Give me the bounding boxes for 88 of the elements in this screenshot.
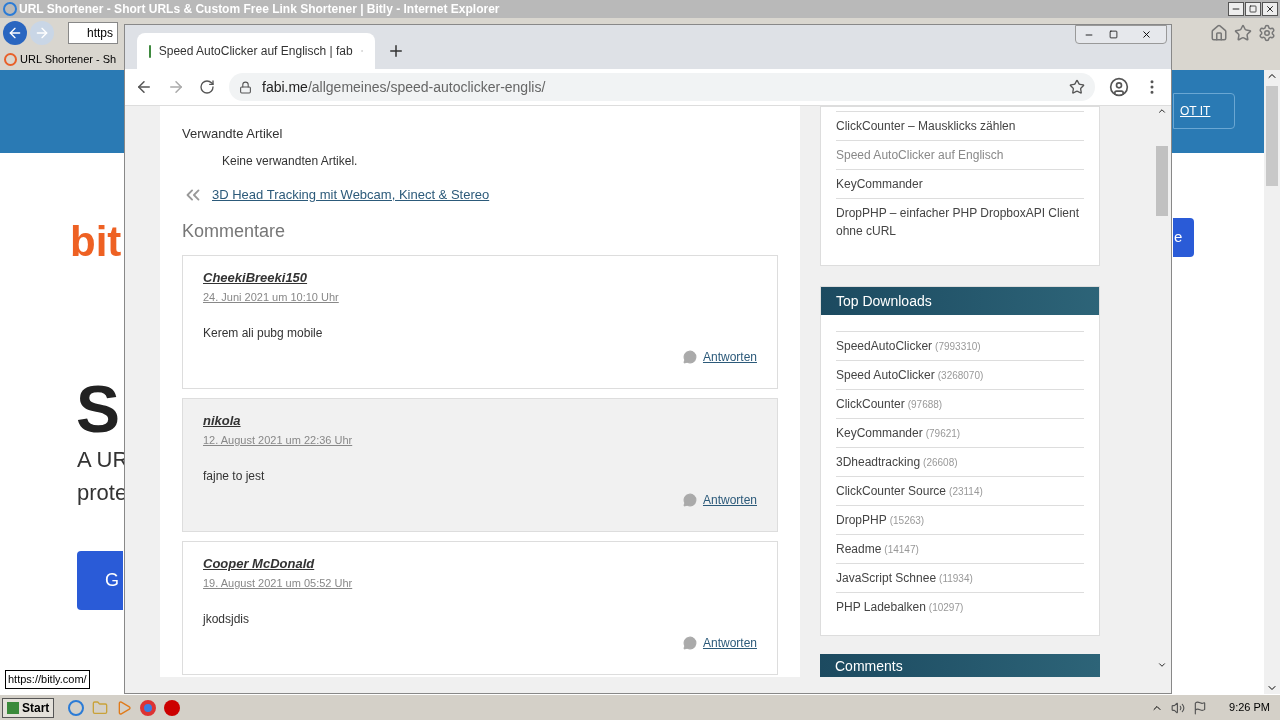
forward-arrow-icon [34, 25, 50, 41]
address-bar[interactable]: fabi.me/allgemeines/speed-autoclicker-englis/ [229, 73, 1095, 101]
back-button[interactable] [3, 21, 27, 45]
comment-author[interactable]: CheekiBreeki150 [203, 267, 308, 287]
download-link[interactable]: Speed AutoClicker [836, 366, 935, 384]
bookmark-icon[interactable] [1069, 79, 1085, 95]
download-count: (10297) [928, 600, 964, 615]
download-link[interactable]: KeyCommander [836, 424, 923, 442]
scroll-thumb[interactable] [1266, 86, 1278, 186]
download-count: (79621) [925, 426, 961, 441]
download-link[interactable]: ClickCounter Source [836, 482, 947, 500]
section-heading: Verwandte Artikel [182, 125, 284, 143]
download-count: (7993310) [935, 339, 981, 354]
close-button[interactable] [1262, 2, 1278, 16]
got-it-button[interactable]: OT IT [1173, 93, 1235, 129]
comment-text: Kerem ali pubg mobile [203, 324, 324, 342]
restore-icon [1249, 5, 1257, 13]
close-icon [1265, 4, 1275, 14]
profile-icon[interactable] [1109, 77, 1129, 97]
comment-text: fajne to jest [203, 467, 266, 485]
ie-logo-icon [3, 2, 17, 16]
comment-text: jkodsjdis [203, 610, 251, 628]
clock: 9:26 PM [1229, 700, 1270, 716]
side-button[interactable]: e [1173, 218, 1194, 257]
forward-icon[interactable] [167, 78, 185, 96]
reply-link[interactable]: Antworten [702, 633, 757, 652]
download-count: (26608) [923, 455, 958, 470]
address-field[interactable]: https [68, 22, 118, 44]
recent-post-link[interactable]: ClickCounter – Mausklicks zählen [836, 117, 1084, 135]
browser-tab[interactable]: Speed AutoClicker auf Englisch | fab [137, 33, 375, 69]
scroll-up-icon[interactable] [1157, 106, 1167, 116]
comment-date[interactable]: 19. August 2021 um 05:52 Uhr [203, 575, 353, 592]
download-count: (23114) [949, 484, 983, 499]
comments-heading: Kommentare [182, 219, 287, 243]
download-link[interactable]: DropPHP [836, 511, 887, 529]
reload-icon[interactable] [199, 79, 215, 95]
logo: bit [70, 217, 122, 267]
comment-author[interactable]: Cooper McDonald [203, 553, 315, 573]
favorites-icon[interactable] [1234, 24, 1252, 42]
back-icon[interactable] [135, 78, 153, 96]
speech-bubble-icon [682, 349, 697, 364]
download-count: (11934) [939, 571, 973, 586]
ie-icon[interactable] [68, 699, 85, 716]
restore-button[interactable] [1245, 2, 1261, 16]
speech-bubble-icon [682, 635, 697, 650]
settings-icon[interactable] [1258, 24, 1276, 42]
reply-link[interactable]: Antworten [702, 347, 757, 366]
scroll-down-icon[interactable] [1157, 660, 1167, 670]
comment-author[interactable]: nikola [203, 410, 241, 430]
minimize-button[interactable] [1228, 2, 1244, 16]
comment-date[interactable]: 24. Juni 2021 um 10:10 Uhr [203, 289, 339, 306]
chrome-icon[interactable] [140, 699, 157, 716]
download-count: (15263) [889, 513, 925, 528]
new-tab-icon[interactable] [387, 42, 405, 60]
download-link[interactable]: PHP Ladebalken [836, 598, 926, 616]
maximize-icon [1109, 30, 1118, 39]
flag-icon[interactable] [1193, 700, 1208, 715]
lock-icon [239, 80, 252, 94]
download-link[interactable]: SpeedAutoClicker [836, 337, 933, 355]
widget-title: Comments [820, 654, 1100, 677]
close-icon [1140, 29, 1152, 40]
site-icon [4, 52, 17, 66]
related-text: Keine verwandten Artikel. [222, 152, 359, 170]
recent-post-link[interactable]: Speed AutoClicker auf Englisch [836, 146, 1084, 164]
scroll-thumb[interactable] [1156, 146, 1168, 216]
recent-post-link[interactable]: KeyCommander [836, 175, 1084, 193]
download-count: (14147) [884, 542, 919, 557]
download-link[interactable]: 3Dheadtracking [836, 453, 921, 471]
start-button[interactable]: Start [2, 697, 55, 718]
browser-tab[interactable]: URL Shortener - Sh [4, 50, 117, 68]
previous-link[interactable]: 3D Head Tracking mit Webcam, Kinect & Stereo [212, 184, 490, 205]
media-player-icon[interactable] [116, 699, 133, 716]
volume-icon[interactable] [1171, 700, 1186, 715]
download-link[interactable]: ClickCounter [836, 395, 905, 413]
download-link[interactable]: Readme [836, 540, 882, 558]
reply-link[interactable]: Antworten [702, 490, 757, 509]
cta-button[interactable]: G [77, 551, 123, 610]
download-count: (3268070) [937, 368, 984, 383]
window-title: URL Shortener - Short URLs & Custom Free Link Shortener | Bitly - Internet Explorer [19, 1, 500, 18]
widget-title: Top Downloads [821, 287, 1099, 315]
download-count: (97688) [907, 397, 943, 412]
stop-icon[interactable] [164, 699, 181, 716]
download-link[interactable]: JavaScript Schnee [836, 569, 937, 587]
speech-bubble-icon [682, 492, 697, 507]
recent-post-link[interactable]: DropPHP – einfacher PHP DropboxAPI Client ohne cURL [836, 204, 1084, 240]
home-icon[interactable] [1210, 24, 1228, 42]
status-url: https://bitly.com/ [5, 670, 90, 689]
hero-heading: S [76, 371, 121, 448]
